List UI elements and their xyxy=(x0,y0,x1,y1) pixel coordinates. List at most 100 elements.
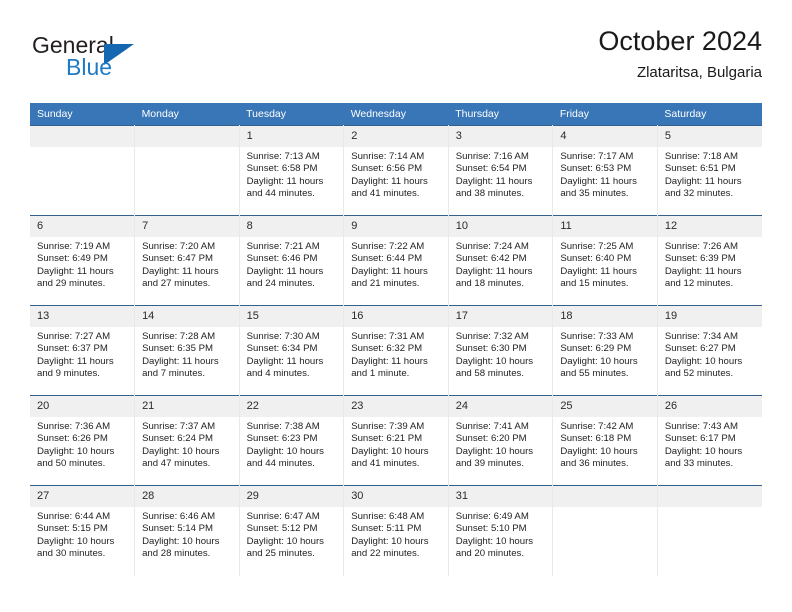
general-blue-logo[interactable]: General Blue xyxy=(30,32,260,88)
calendar-day-cell[interactable]: 4 Sunrise: 7:17 AM Sunset: 6:53 PM Daylight… xyxy=(552,125,658,216)
calendar-day-cell[interactable]: 11 Sunrise: 7:25 AM Sunset: 6:40 PM Dayligh… xyxy=(552,215,658,306)
calendar-day-cell[interactable]: 22 Sunrise: 7:38 AM Sunset: 6:23 PM Dayligh… xyxy=(238,395,345,486)
daylight-text: Daylight: 10 hours and 41 minutes. xyxy=(351,445,429,470)
day-cell-inner xyxy=(553,486,657,576)
calendar-day-cell[interactable]: 27 Sunrise: 6:44 AM Sunset: 5:15 PM Dayligh… xyxy=(30,485,136,576)
sunrise-text: Sunrise: 6:49 AM xyxy=(455,511,529,522)
calendar-day-cell[interactable]: 19 Sunrise: 7:34 AM Sunset: 6:27 PM Dayligh… xyxy=(656,305,762,396)
calendar-day-cell[interactable]: 1 Sunrise: 7:13 AM Sunset: 6:58 PM Daylight… xyxy=(238,125,345,216)
calendar-day-cell[interactable]: 21 Sunrise: 7:37 AM Sunset: 6:24 PM Dayligh… xyxy=(134,395,240,486)
daylight-text: Daylight: 11 hours and 12 minutes. xyxy=(664,265,742,290)
weekday-header-sunday: Sunday xyxy=(30,103,135,126)
day-details: Sunrise: 7:36 AM Sunset: 6:26 PM Daylight:… xyxy=(30,417,134,471)
calendar-day-cell[interactable]: 12 Sunrise: 7:26 AM Sunset: 6:39 PM Dayligh… xyxy=(656,215,762,306)
daylight-text: Daylight: 11 hours and 35 minutes. xyxy=(560,175,637,200)
sunset-text: Sunset: 6:54 PM xyxy=(455,163,527,175)
day-details: Sunrise: 7:39 AM Sunset: 6:21 PM Daylight:… xyxy=(344,417,448,471)
sunset-text: Sunset: 6:58 PM xyxy=(246,163,318,175)
calendar-day-cell[interactable]: 30 Sunrise: 6:48 AM Sunset: 5:11 PM Dayligh… xyxy=(343,485,449,576)
day-details: Sunrise: 6:46 AM Sunset: 5:14 PM Daylight:… xyxy=(135,507,239,561)
calendar-page: General Blue October 2024 Zlataritsa, Bu… xyxy=(0,0,792,612)
day-cell-inner: 8 Sunrise: 7:21 AM Sunset: 6:46 PM Daylight… xyxy=(239,216,344,305)
sunrise-text: Sunrise: 7:39 AM xyxy=(351,421,425,432)
sunrise-text: Sunrise: 7:27 AM xyxy=(37,331,111,342)
sunrise-text: Sunrise: 6:46 AM xyxy=(142,511,216,522)
calendar-day-cell[interactable]: 26 Sunrise: 7:43 AM Sunset: 6:17 PM Dayligh… xyxy=(656,395,762,486)
calendar-day-cell[interactable]: 8 Sunrise: 7:21 AM Sunset: 6:46 PM Daylight… xyxy=(238,215,345,306)
sunset-text: Sunset: 6:39 PM xyxy=(664,253,736,265)
daylight-text: Daylight: 10 hours and 39 minutes. xyxy=(455,445,534,470)
calendar-day-cell[interactable]: 14 Sunrise: 7:28 AM Sunset: 6:35 PM Dayligh… xyxy=(134,305,240,396)
calendar-day-cell[interactable]: 2 Sunrise: 7:14 AM Sunset: 6:56 PM Daylight… xyxy=(343,125,449,216)
sunset-text: Sunset: 5:12 PM xyxy=(246,523,318,535)
day-number: 9 xyxy=(344,216,448,237)
daylight-text: Daylight: 11 hours and 15 minutes. xyxy=(560,265,637,290)
calendar-day-cell[interactable]: 17 Sunrise: 7:32 AM Sunset: 6:30 PM Dayligh… xyxy=(447,305,554,396)
calendar-day-cell[interactable]: 29 Sunrise: 6:47 AM Sunset: 5:12 PM Dayligh… xyxy=(238,485,345,576)
day-cell-inner: 10 Sunrise: 7:24 AM Sunset: 6:42 PM Dayligh… xyxy=(448,216,553,305)
sunset-text: Sunset: 6:24 PM xyxy=(142,433,213,445)
day-number xyxy=(30,126,135,147)
day-number: 13 xyxy=(30,306,135,327)
daylight-text: Daylight: 11 hours and 21 minutes. xyxy=(351,265,428,290)
day-cell-inner: 7 Sunrise: 7:20 AM Sunset: 6:47 PM Daylight… xyxy=(135,216,239,305)
calendar-week-row: 1 Sunrise: 7:13 AM Sunset: 6:58 PM Daylight… xyxy=(30,125,762,216)
day-details: Sunrise: 7:16 AM Sunset: 6:54 PM Daylight:… xyxy=(449,147,553,201)
day-cell-inner: 6 Sunrise: 7:19 AM Sunset: 6:49 PM Daylight… xyxy=(30,216,135,305)
daylight-text: Daylight: 10 hours and 25 minutes. xyxy=(246,535,324,560)
day-details: Sunrise: 7:21 AM Sunset: 6:46 PM Daylight:… xyxy=(240,237,344,291)
calendar-week-row: 6 Sunrise: 7:19 AM Sunset: 6:49 PM Daylight… xyxy=(30,215,762,306)
daylight-text: Daylight: 10 hours and 52 minutes. xyxy=(664,355,743,380)
day-cell-inner: 16 Sunrise: 7:31 AM Sunset: 6:32 PM Dayligh… xyxy=(344,306,448,395)
day-number: 31 xyxy=(448,486,553,507)
calendar-day-cell[interactable]: 7 Sunrise: 7:20 AM Sunset: 6:47 PM Daylight… xyxy=(134,215,240,306)
calendar-day-cell[interactable]: 25 Sunrise: 7:42 AM Sunset: 6:18 PM Dayligh… xyxy=(552,395,658,486)
sunrise-text: Sunrise: 7:13 AM xyxy=(246,151,320,162)
day-details: Sunrise: 7:28 AM Sunset: 6:35 PM Daylight:… xyxy=(135,327,239,381)
day-number: 19 xyxy=(657,306,762,327)
calendar-day-cell[interactable]: 10 Sunrise: 7:24 AM Sunset: 6:42 PM Dayligh… xyxy=(447,215,554,306)
title-block: October 2024 Zlataritsa, Bulgaria xyxy=(598,24,762,84)
sunrise-text: Sunrise: 6:47 AM xyxy=(246,511,320,522)
daylight-text: Daylight: 11 hours and 27 minutes. xyxy=(142,265,219,290)
day-details: Sunrise: 6:47 AM Sunset: 5:12 PM Daylight:… xyxy=(240,507,344,561)
calendar-week-row: 13 Sunrise: 7:27 AM Sunset: 6:37 PM Dayligh… xyxy=(30,305,762,396)
calendar-day-cell[interactable]: 3 Sunrise: 7:16 AM Sunset: 6:54 PM Daylight… xyxy=(447,125,554,216)
calendar-day-cell[interactable]: 6 Sunrise: 7:19 AM Sunset: 6:49 PM Daylight… xyxy=(30,215,136,306)
calendar-day-cell[interactable]: 15 Sunrise: 7:30 AM Sunset: 6:34 PM Dayligh… xyxy=(238,305,345,396)
day-details: Sunrise: 7:26 AM Sunset: 6:39 PM Daylight:… xyxy=(658,237,762,291)
calendar-day-cell[interactable]: 9 Sunrise: 7:22 AM Sunset: 6:44 PM Daylight… xyxy=(343,215,449,306)
sunset-text: Sunset: 6:51 PM xyxy=(664,163,736,175)
day-details: Sunrise: 6:44 AM Sunset: 5:15 PM Daylight:… xyxy=(30,507,134,561)
calendar-day-cell[interactable]: 16 Sunrise: 7:31 AM Sunset: 6:32 PM Dayligh… xyxy=(343,305,449,396)
day-cell-inner: 13 Sunrise: 7:27 AM Sunset: 6:37 PM Dayligh… xyxy=(30,306,135,395)
day-number: 14 xyxy=(135,306,239,327)
calendar-day-cell[interactable]: 18 Sunrise: 7:33 AM Sunset: 6:29 PM Dayligh… xyxy=(552,305,658,396)
day-cell-inner: 19 Sunrise: 7:34 AM Sunset: 6:27 PM Dayligh… xyxy=(657,306,762,395)
calendar-day-cell[interactable]: 13 Sunrise: 7:27 AM Sunset: 6:37 PM Dayligh… xyxy=(30,305,136,396)
day-cell-inner: 29 Sunrise: 6:47 AM Sunset: 5:12 PM Dayligh… xyxy=(239,486,344,576)
day-cell-inner: 27 Sunrise: 6:44 AM Sunset: 5:15 PM Dayligh… xyxy=(30,486,135,576)
calendar-day-cell[interactable]: 5 Sunrise: 7:18 AM Sunset: 6:51 PM Daylight… xyxy=(656,125,762,216)
day-number: 15 xyxy=(239,306,344,327)
calendar-day-cell[interactable]: 24 Sunrise: 7:41 AM Sunset: 6:20 PM Dayligh… xyxy=(447,395,554,486)
day-details: Sunrise: 7:30 AM Sunset: 6:34 PM Daylight:… xyxy=(240,327,344,381)
sunset-text: Sunset: 6:23 PM xyxy=(246,433,318,445)
sunrise-text: Sunrise: 6:48 AM xyxy=(351,511,425,522)
calendar-day-cell[interactable]: 28 Sunrise: 6:46 AM Sunset: 5:14 PM Dayligh… xyxy=(134,485,240,576)
day-details: Sunrise: 7:19 AM Sunset: 6:49 PM Daylight:… xyxy=(30,237,134,291)
sunset-text: Sunset: 5:15 PM xyxy=(37,523,108,535)
daylight-text: Daylight: 11 hours and 4 minutes. xyxy=(246,355,324,380)
daylight-text: Daylight: 10 hours and 58 minutes. xyxy=(455,355,534,380)
daylight-text: Daylight: 10 hours and 50 minutes. xyxy=(37,445,115,470)
sunset-text: Sunset: 5:11 PM xyxy=(351,523,422,535)
sunrise-text: Sunrise: 7:19 AM xyxy=(37,241,111,252)
weekday-header-wednesday: Wednesday xyxy=(343,103,449,126)
calendar-day-cell[interactable]: 31 Sunrise: 6:49 AM Sunset: 5:10 PM Dayligh… xyxy=(447,485,554,576)
daylight-text: Daylight: 11 hours and 18 minutes. xyxy=(455,265,533,290)
calendar-day-cell[interactable]: 20 Sunrise: 7:36 AM Sunset: 6:26 PM Dayligh… xyxy=(30,395,136,486)
sunset-text: Sunset: 6:29 PM xyxy=(560,343,632,355)
day-cell-inner: 11 Sunrise: 7:25 AM Sunset: 6:40 PM Dayligh… xyxy=(553,216,657,305)
calendar-day-cell[interactable]: 23 Sunrise: 7:39 AM Sunset: 6:21 PM Dayligh… xyxy=(343,395,449,486)
day-number: 10 xyxy=(448,216,553,237)
